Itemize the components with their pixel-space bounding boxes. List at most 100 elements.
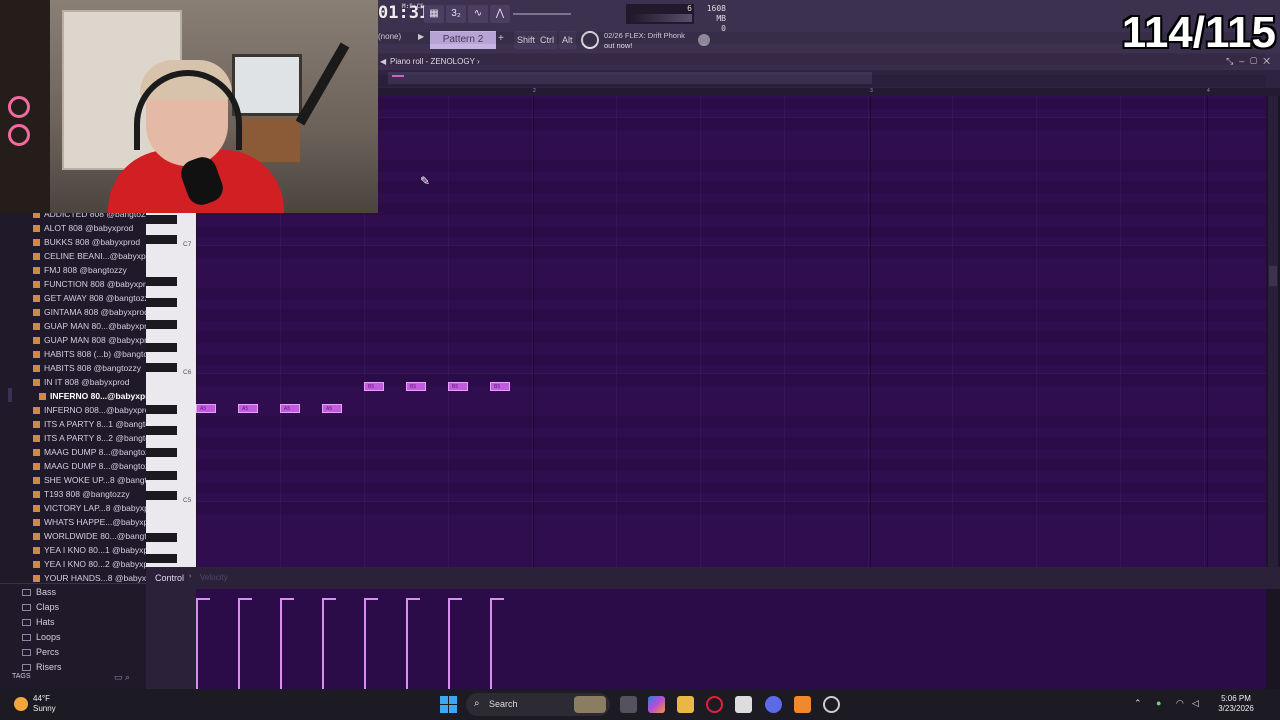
tags-label[interactable]: TAGS: [12, 673, 31, 680]
sun-icon[interactable]: [14, 697, 28, 711]
control-label[interactable]: Control: [155, 573, 184, 583]
browser-file-item[interactable]: WORLDWIDE 80...@bangtozzy: [0, 529, 146, 543]
velocity-handle[interactable]: [490, 598, 504, 600]
weather-widget[interactable]: 44°F Sunny: [33, 694, 56, 714]
velocity-bar[interactable]: [406, 599, 408, 689]
velocity-bar[interactable]: [238, 599, 240, 689]
black-key[interactable]: [146, 405, 177, 414]
note-block[interactable]: B5: [364, 382, 384, 391]
note-block[interactable]: B5: [406, 382, 426, 391]
browser-file-item[interactable]: ITS A PARTY 8...2 @bangtozzy: [0, 431, 146, 445]
velocity-handle[interactable]: [196, 598, 210, 600]
black-key[interactable]: [146, 298, 177, 307]
browser-file-item[interactable]: FMJ 808 @bangtozzy: [0, 263, 146, 277]
black-key[interactable]: [146, 277, 177, 286]
note-block[interactable]: A5: [196, 404, 216, 413]
system-clock[interactable]: 5:06 PM 3/23/2026: [1212, 694, 1260, 714]
store-icon[interactable]: [735, 696, 752, 713]
wave-icon[interactable]: ∿: [468, 5, 488, 23]
browser-folder-item[interactable]: Bass: [0, 585, 146, 600]
wifi-icon[interactable]: ◠: [1176, 698, 1184, 709]
metronome-icon[interactable]: ⋀: [490, 5, 510, 23]
browser-file-item[interactable]: MAAG DUMP 8...@bangtozzy: [0, 445, 146, 459]
velocity-handle[interactable]: [322, 598, 336, 600]
velocity-bar[interactable]: [448, 599, 450, 689]
velocity-bar[interactable]: [280, 599, 282, 689]
browser-folder-item[interactable]: Hats: [0, 615, 146, 630]
browser-file-item[interactable]: INFERNO 808...@babyxprod: [0, 403, 146, 417]
velocity-bar[interactable]: [364, 599, 366, 689]
black-key[interactable]: [146, 363, 177, 372]
black-key[interactable]: [146, 235, 177, 244]
velocity-lane[interactable]: [196, 589, 1266, 689]
velocity-handle[interactable]: [406, 598, 420, 600]
tray-chevron-icon[interactable]: ⌃: [1134, 698, 1142, 709]
start-menu-icon[interactable]: [440, 696, 457, 713]
vertical-scrollbar[interactable]: [1268, 96, 1278, 567]
task-view-icon[interactable]: [620, 696, 637, 713]
browser-file-item[interactable]: VICTORY LAP...8 @babyxprod: [0, 501, 146, 515]
browser-file-item[interactable]: GUAP MAN 808 @babyxprod: [0, 333, 146, 347]
browser-file-item[interactable]: HABITS 808 (...b) @bangtozzy: [0, 347, 146, 361]
browser-file-item[interactable]: T193 808 @bangtozzy: [0, 487, 146, 501]
black-key[interactable]: [146, 426, 177, 435]
black-key[interactable]: [146, 554, 177, 563]
browser-file-item[interactable]: YEA I KNO 80...1 @babyxprod: [0, 543, 146, 557]
browser-file-item[interactable]: YEA I KNO 80...2 @babyxprod: [0, 557, 146, 571]
velocity-handle[interactable]: [280, 598, 294, 600]
black-key[interactable]: [146, 533, 177, 542]
discord-icon[interactable]: [765, 696, 782, 713]
velocity-bar[interactable]: [490, 599, 492, 689]
browser-file-item[interactable]: INFERNO 80...@babyxprod: [0, 389, 146, 403]
mic-icon[interactable]: ●: [1156, 698, 1161, 708]
browser-file-item[interactable]: ALOT 808 @babyxprod: [0, 221, 146, 235]
browser-file-item[interactable]: HABITS 808 @bangtozzy: [0, 361, 146, 375]
velocity-bar[interactable]: [322, 599, 324, 689]
tag-search-icon[interactable]: ▭ ⌕: [114, 672, 130, 683]
opera-icon[interactable]: [706, 696, 723, 713]
browser-folder-item[interactable]: Claps: [0, 600, 146, 615]
browser-file-item[interactable]: CELINE BEANI...@babyxprod: [0, 249, 146, 263]
taskbar-search[interactable]: ⌕ Search: [466, 693, 610, 716]
fl-studio-icon[interactable]: [794, 696, 811, 713]
velocity-handle[interactable]: [364, 598, 378, 600]
black-key[interactable]: [146, 215, 177, 224]
note-block[interactable]: B5: [490, 382, 510, 391]
browser-file-item[interactable]: GINTAMA 808 @babyxprod: [0, 305, 146, 319]
browser-file-item[interactable]: MAAG DUMP 8...@bangtozzy: [0, 459, 146, 473]
browser-file-item[interactable]: SHE WOKE UP...8 @bangtozzy: [0, 473, 146, 487]
browser-folder-item[interactable]: Loops: [0, 630, 146, 645]
browser-file-item[interactable]: ITS A PARTY 8...1 @bangtozzy: [0, 417, 146, 431]
black-key[interactable]: [146, 491, 177, 500]
velocity-handle[interactable]: [238, 598, 252, 600]
song-time[interactable]: 01:31 M:S:CS: [378, 3, 429, 23]
master-pitch-slider[interactable]: [513, 13, 571, 15]
note-block[interactable]: A5: [238, 404, 258, 413]
note-block[interactable]: B5: [448, 382, 468, 391]
velocity-bar[interactable]: [196, 599, 198, 689]
velocity-handle[interactable]: [448, 598, 462, 600]
copilot-icon[interactable]: [648, 696, 665, 713]
control-target[interactable]: Velocity: [200, 573, 228, 582]
piano-roll-icon[interactable]: ▦: [424, 5, 444, 23]
black-key[interactable]: [146, 471, 177, 480]
timeline-ruler[interactable]: 2 3 4: [378, 88, 1280, 96]
browser-folder-item[interactable]: Percs: [0, 645, 146, 660]
black-key[interactable]: [146, 448, 177, 457]
note-block[interactable]: A5: [322, 404, 342, 413]
file-explorer-icon[interactable]: [677, 696, 694, 713]
black-key[interactable]: [146, 343, 177, 352]
black-key[interactable]: [146, 320, 177, 329]
browser-file-item[interactable]: IN IT 808 @babyxprod: [0, 375, 146, 389]
app-icon[interactable]: [823, 696, 840, 713]
note-block[interactable]: A5: [280, 404, 300, 413]
browser-file-item[interactable]: GET AWAY 808 @bangtozzy: [0, 291, 146, 305]
browser-scroll-thumb[interactable]: [8, 388, 12, 402]
browser-file-item[interactable]: WHATS HAPPE...@babyxprod: [0, 515, 146, 529]
step-seq-icon[interactable]: 3₂: [446, 5, 466, 23]
browser-file-item[interactable]: GUAP MAN 80...@babyxprod: [0, 319, 146, 333]
browser-file-item[interactable]: BUKKS 808 @babyxprod: [0, 235, 146, 249]
volume-icon[interactable]: ◁: [1192, 698, 1199, 709]
browser-file-item[interactable]: FUNCTION 808 @babyxprod: [0, 277, 146, 291]
piano-keyboard[interactable]: C7 C6 C5: [146, 213, 196, 567]
